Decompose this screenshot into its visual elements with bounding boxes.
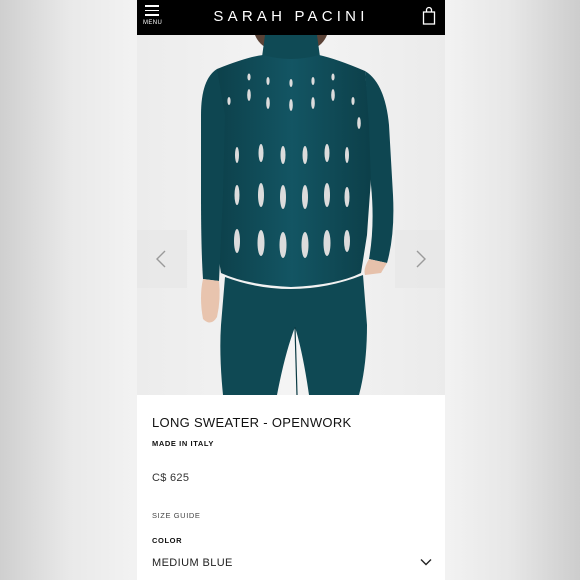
product-price: C$ 625 (152, 472, 190, 484)
next-image-button[interactable] (395, 230, 445, 288)
shopping-bag-icon (422, 6, 436, 25)
selected-color: MEDIUM BLUE (152, 557, 233, 569)
brand-logo[interactable]: SARAH PACINI (137, 8, 445, 25)
color-dropdown[interactable]: MEDIUM BLUE (152, 555, 432, 575)
shopping-bag-button[interactable] (421, 6, 437, 26)
chevron-down-icon (420, 559, 432, 566)
product-page: MENU SARAH PACINI LONG SWEATER - OPENWOR… (137, 0, 445, 580)
product-details: LONG SWEATER - OPENWORK MADE IN ITALY C$… (137, 395, 445, 580)
previous-image-button[interactable] (137, 230, 187, 288)
color-label: COLOR (152, 536, 183, 545)
top-navigation-bar: MENU SARAH PACINI (137, 0, 445, 35)
chevron-right-icon (416, 250, 426, 268)
product-title: LONG SWEATER - OPENWORK (152, 415, 352, 430)
chevron-left-icon (156, 250, 166, 268)
product-photo (137, 35, 445, 395)
size-guide-link[interactable]: SIZE GUIDE (152, 511, 201, 520)
product-image-carousel[interactable] (137, 35, 445, 395)
product-origin: MADE IN ITALY (152, 439, 214, 448)
